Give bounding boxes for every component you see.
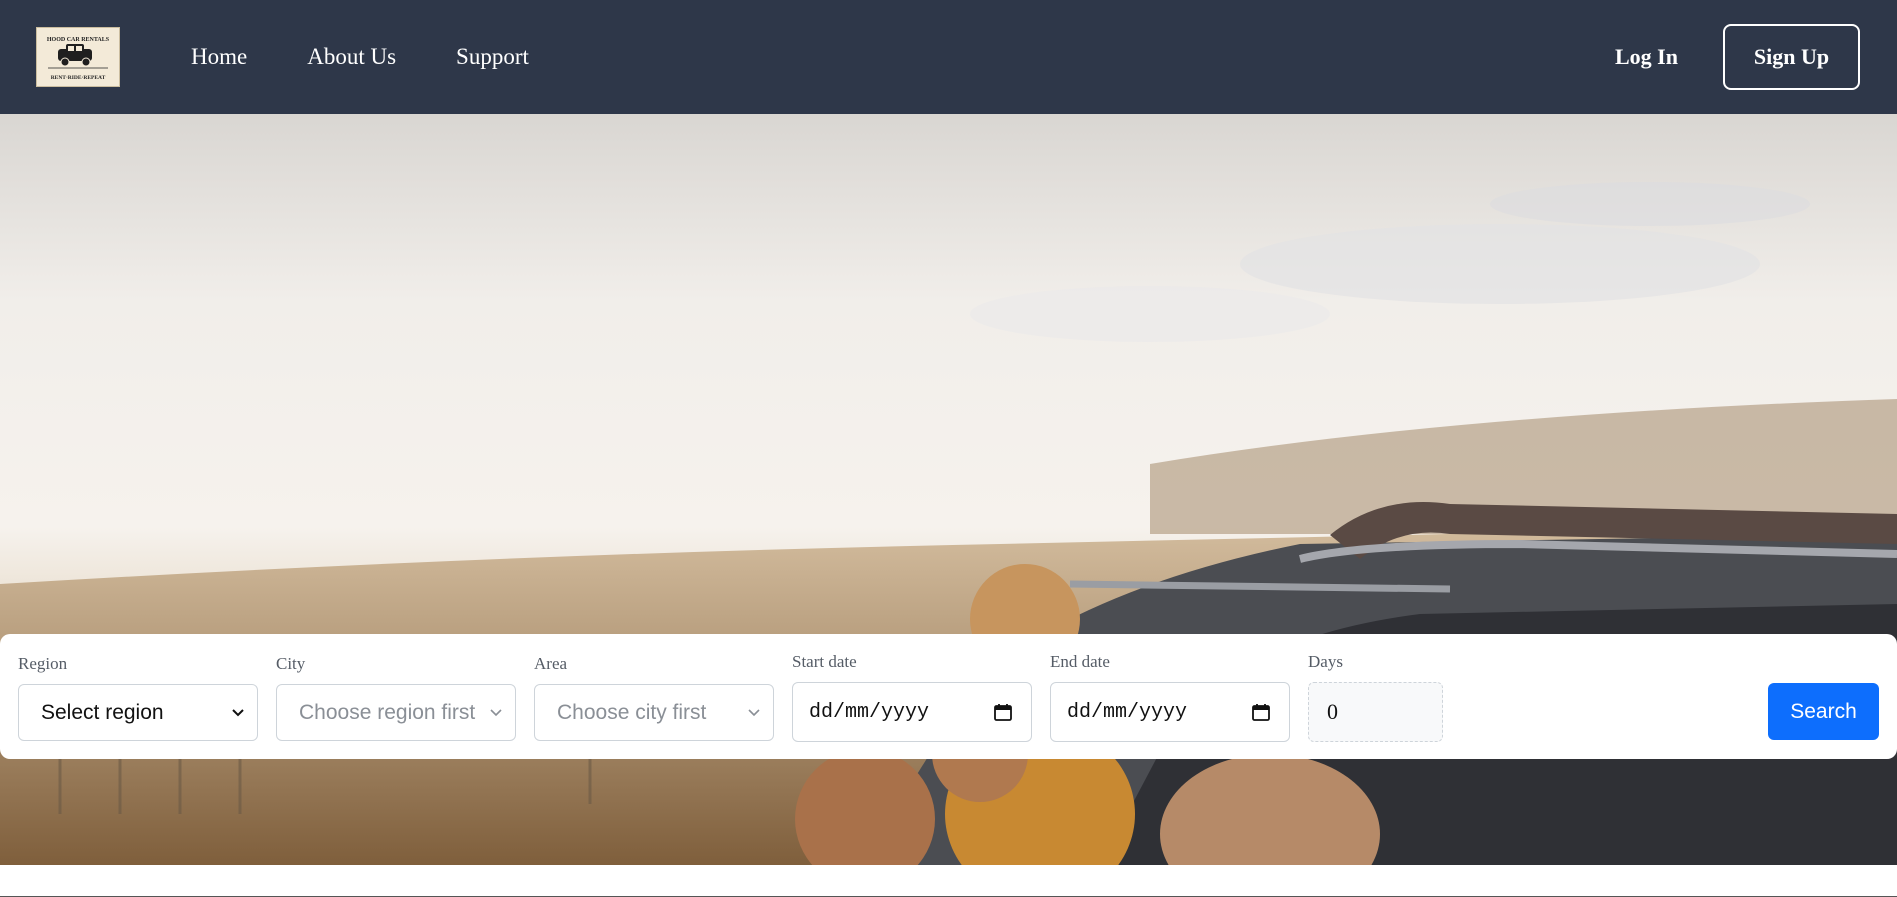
- brand-logo[interactable]: HOOD CAR RENTALS RENT·RIDE·REPEAT: [36, 27, 120, 87]
- city-select-value: Choose region first: [299, 700, 476, 724]
- end-date-value: dd/mm/yyyy: [1067, 700, 1188, 724]
- area-select[interactable]: Choose city first: [534, 684, 774, 741]
- area-label: Area: [534, 654, 568, 673]
- end-date-label: End date: [1050, 652, 1110, 671]
- calendar-icon[interactable]: [993, 702, 1013, 722]
- end-date-input[interactable]: dd/mm/yyyy: [1050, 682, 1290, 742]
- area-select-value: Choose city first: [557, 700, 707, 724]
- main-nav: Home About Us Support: [191, 0, 589, 114]
- calendar-icon[interactable]: [1251, 702, 1271, 722]
- hero-banner: Region Select region City Choose region …: [0, 114, 1897, 865]
- region-select[interactable]: Select region: [18, 684, 258, 741]
- city-label: City: [276, 654, 306, 673]
- navbar: HOOD CAR RENTALS RENT·RIDE·REPEAT Home A…: [0, 0, 1897, 114]
- days-field: 0: [1308, 682, 1443, 742]
- start-date-input[interactable]: dd/mm/yyyy: [792, 682, 1032, 742]
- days-label: Days: [1308, 652, 1343, 671]
- chevron-down-icon: [490, 709, 502, 717]
- search-panel: Region Select region City Choose region …: [0, 634, 1897, 759]
- logo-bottom-text: RENT·RIDE·REPEAT: [51, 75, 106, 81]
- days-value: 0: [1327, 699, 1338, 724]
- login-link[interactable]: Log In: [1615, 0, 1678, 114]
- start-date-value: dd/mm/yyyy: [809, 700, 930, 724]
- region-label: Region: [18, 654, 68, 673]
- start-date-label: Start date: [792, 652, 857, 671]
- chevron-down-icon: [232, 709, 244, 717]
- search-button[interactable]: Search: [1768, 683, 1879, 740]
- city-select[interactable]: Choose region first: [276, 684, 516, 741]
- car-logo-icon: HOOD CAR RENTALS RENT·RIDE·REPEAT: [47, 37, 110, 81]
- signup-button[interactable]: Sign Up: [1723, 24, 1860, 90]
- nav-link-home[interactable]: Home: [191, 44, 247, 70]
- nav-link-support[interactable]: Support: [456, 44, 529, 70]
- logo-top-text: HOOD CAR RENTALS: [47, 37, 110, 43]
- nav-link-about-us[interactable]: About Us: [307, 44, 396, 70]
- region-select-value: Select region: [41, 700, 164, 724]
- chevron-down-icon: [748, 709, 760, 717]
